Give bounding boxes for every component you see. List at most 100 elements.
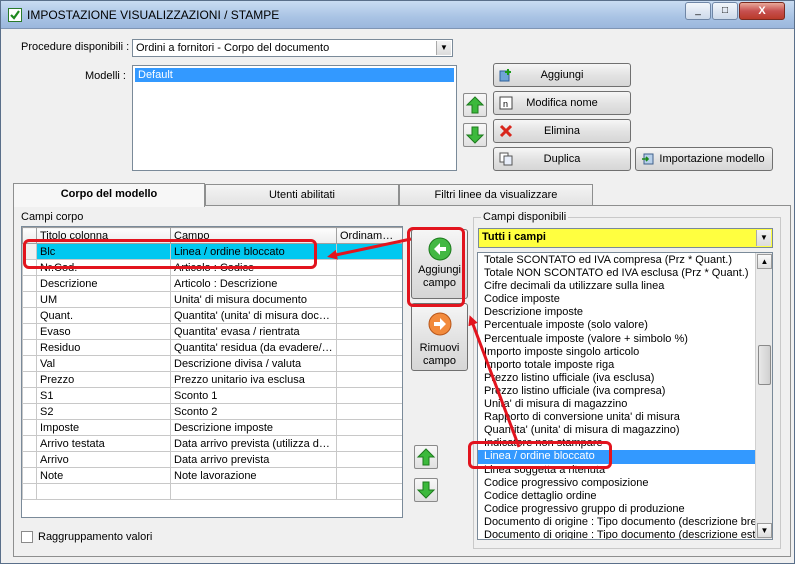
cell-ordinamento[interactable] — [336, 291, 402, 308]
list-item[interactable]: Prezzo listino ufficiale (iva compresa) — [478, 385, 772, 398]
list-item[interactable]: Importo totale imposte riga — [478, 359, 772, 372]
cell-ordinamento[interactable] — [336, 339, 402, 356]
list-item[interactable]: Linea soggetta a ritenuta — [478, 464, 772, 477]
tab-utenti-abilitati[interactable]: Utenti abilitati — [205, 184, 399, 206]
cell-titolo[interactable]: Imposte — [36, 419, 171, 436]
cell-campo[interactable]: Prezzo unitario iva esclusa — [170, 371, 337, 388]
maximize-button[interactable]: □ — [712, 2, 738, 20]
list-item[interactable]: Linea / ordine bloccato — [478, 450, 772, 464]
campi-corpo-grid[interactable]: Titolo colonna Campo Ordinamento Blc Line… — [21, 226, 403, 518]
list-item[interactable]: Codice dettaglio ordine — [478, 490, 772, 503]
table-row[interactable]: UM Unita' di misura documento — [22, 291, 402, 308]
row-selector[interactable] — [22, 355, 37, 372]
chevron-down-icon[interactable]: ▼ — [756, 230, 771, 246]
list-item[interactable]: Codice progressivo gruppo di produzione — [478, 503, 772, 516]
table-row[interactable]: Nr.Cod. Articolo : Codice — [22, 259, 402, 276]
scroll-thumb[interactable] — [758, 345, 771, 385]
table-row[interactable] — [22, 483, 402, 500]
row-selector[interactable] — [22, 291, 37, 308]
cell-titolo[interactable]: Nr.Cod. — [36, 259, 171, 276]
elimina-button[interactable]: Elimina — [493, 119, 631, 143]
cell-campo[interactable]: Data arrivo prevista (utilizza dat... — [170, 435, 337, 452]
list-item[interactable]: Importo imposte singolo articolo — [478, 346, 772, 359]
cell-campo[interactable]: Quantita' residua (da evadere/a... — [170, 339, 337, 356]
cell-titolo[interactable]: Residuo — [36, 339, 171, 356]
row-selector[interactable] — [22, 259, 37, 276]
field-move-up-button[interactable] — [414, 445, 438, 469]
cell-titolo[interactable]: Arrivo testata — [36, 435, 171, 452]
table-row[interactable]: Val Descrizione divisa / valuta — [22, 355, 402, 372]
rimuovi-campo-button[interactable]: Rimuovi campo — [411, 303, 468, 371]
list-item[interactable]: Documento di origine : Tipo documento (d… — [478, 516, 772, 529]
cell-ordinamento[interactable] — [336, 275, 402, 292]
row-selector[interactable] — [22, 435, 37, 452]
close-button[interactable]: X — [739, 2, 785, 20]
table-row[interactable]: Quant. Quantita' (unita' di misura docum.… — [22, 307, 402, 324]
cell-campo[interactable]: Linea / ordine bloccato — [170, 243, 337, 260]
aggiungi-campo-button[interactable]: Aggiungi campo — [411, 229, 468, 299]
row-selector[interactable] — [22, 467, 37, 484]
row-selector[interactable] — [22, 307, 37, 324]
vertical-scrollbar[interactable]: ▲ ▼ — [755, 253, 772, 539]
list-item[interactable]: Percentuale imposte (solo valore) — [478, 319, 772, 332]
campi-disponibili-list[interactable]: Totale SCONTATO ed IVA compresa (Prz * Q… — [477, 252, 773, 540]
cell-titolo[interactable]: S1 — [36, 387, 171, 404]
cell-titolo[interactable]: Blc — [36, 243, 171, 260]
cell-campo[interactable]: Descrizione imposte — [170, 419, 337, 436]
list-item[interactable]: Indicatore non stampare — [478, 437, 772, 450]
table-row[interactable]: S1 Sconto 1 — [22, 387, 402, 404]
scroll-up-icon[interactable]: ▲ — [757, 254, 772, 269]
list-item[interactable]: Documento di origine : Tipo documento (d… — [478, 529, 772, 539]
table-row[interactable]: Evaso Quantita' evasa / rientrata — [22, 323, 402, 340]
cell-titolo[interactable]: Note — [36, 467, 171, 484]
list-item[interactable]: Cifre decimali da utilizzare sulla linea — [478, 280, 772, 293]
row-selector[interactable] — [22, 483, 37, 500]
cell-ordinamento[interactable] — [336, 451, 402, 468]
cell-campo[interactable]: Sconto 2 — [170, 403, 337, 420]
row-selector[interactable] — [22, 323, 37, 340]
list-item[interactable]: Rapporto di conversione unita' di misura — [478, 411, 772, 424]
row-selector[interactable] — [22, 371, 37, 388]
cell-campo[interactable]: Note lavorazione — [170, 467, 337, 484]
list-item[interactable]: Unita' di misura di magazzino — [478, 398, 772, 411]
cell-ordinamento[interactable] — [336, 435, 402, 452]
cell-ordinamento[interactable] — [336, 483, 402, 500]
table-row[interactable]: Descrizione Articolo : Descrizione — [22, 275, 402, 292]
cell-ordinamento[interactable] — [336, 387, 402, 404]
tab-filtri-linee[interactable]: Filtri linee da visualizzare — [399, 184, 593, 206]
cell-titolo[interactable]: Quant. — [36, 307, 171, 324]
table-row[interactable]: Residuo Quantita' residua (da evadere/a..… — [22, 339, 402, 356]
duplica-button[interactable]: Duplica — [493, 147, 631, 171]
importazione-modello-button[interactable]: Importazione modello — [635, 147, 773, 171]
minimize-button[interactable]: _ — [685, 2, 711, 20]
column-header-titolo[interactable]: Titolo colonna — [36, 227, 171, 244]
cell-titolo[interactable]: Evaso — [36, 323, 171, 340]
list-item[interactable]: Prezzo listino ufficiale (iva esclusa) — [478, 372, 772, 385]
cell-ordinamento[interactable] — [336, 467, 402, 484]
table-row[interactable]: Note Note lavorazione — [22, 467, 402, 484]
cell-titolo[interactable]: Descrizione — [36, 275, 171, 292]
row-selector[interactable] — [22, 451, 37, 468]
list-item[interactable]: Totale SCONTATO ed IVA compresa (Prz * Q… — [478, 254, 772, 267]
cell-campo[interactable]: Quantita' (unita' di misura docum... — [170, 307, 337, 324]
move-down-button[interactable] — [463, 123, 487, 147]
row-selector[interactable] — [22, 339, 37, 356]
cell-campo[interactable]: Unita' di misura documento — [170, 291, 337, 308]
table-row[interactable]: Arrivo testata Data arrivo prevista (util… — [22, 435, 402, 452]
cell-titolo[interactable]: Val — [36, 355, 171, 372]
table-row[interactable]: Arrivo Data arrivo prevista — [22, 451, 402, 468]
cell-campo[interactable]: Articolo : Codice — [170, 259, 337, 276]
cell-campo[interactable]: Data arrivo prevista — [170, 451, 337, 468]
move-up-button[interactable] — [463, 93, 487, 117]
list-item[interactable]: Codice imposte — [478, 293, 772, 306]
tab-corpo-del-modello[interactable]: Corpo del modello — [13, 183, 205, 207]
cell-ordinamento[interactable] — [336, 243, 402, 260]
cell-titolo[interactable]: Prezzo — [36, 371, 171, 388]
column-header-campo[interactable]: Campo — [170, 227, 337, 244]
cell-campo[interactable]: Descrizione divisa / valuta — [170, 355, 337, 372]
list-item[interactable]: Descrizione imposte — [478, 306, 772, 319]
table-row[interactable]: S2 Sconto 2 — [22, 403, 402, 420]
cell-campo[interactable]: Sconto 1 — [170, 387, 337, 404]
aggiungi-button[interactable]: Aggiungi — [493, 63, 631, 87]
cell-campo[interactable]: Quantita' evasa / rientrata — [170, 323, 337, 340]
